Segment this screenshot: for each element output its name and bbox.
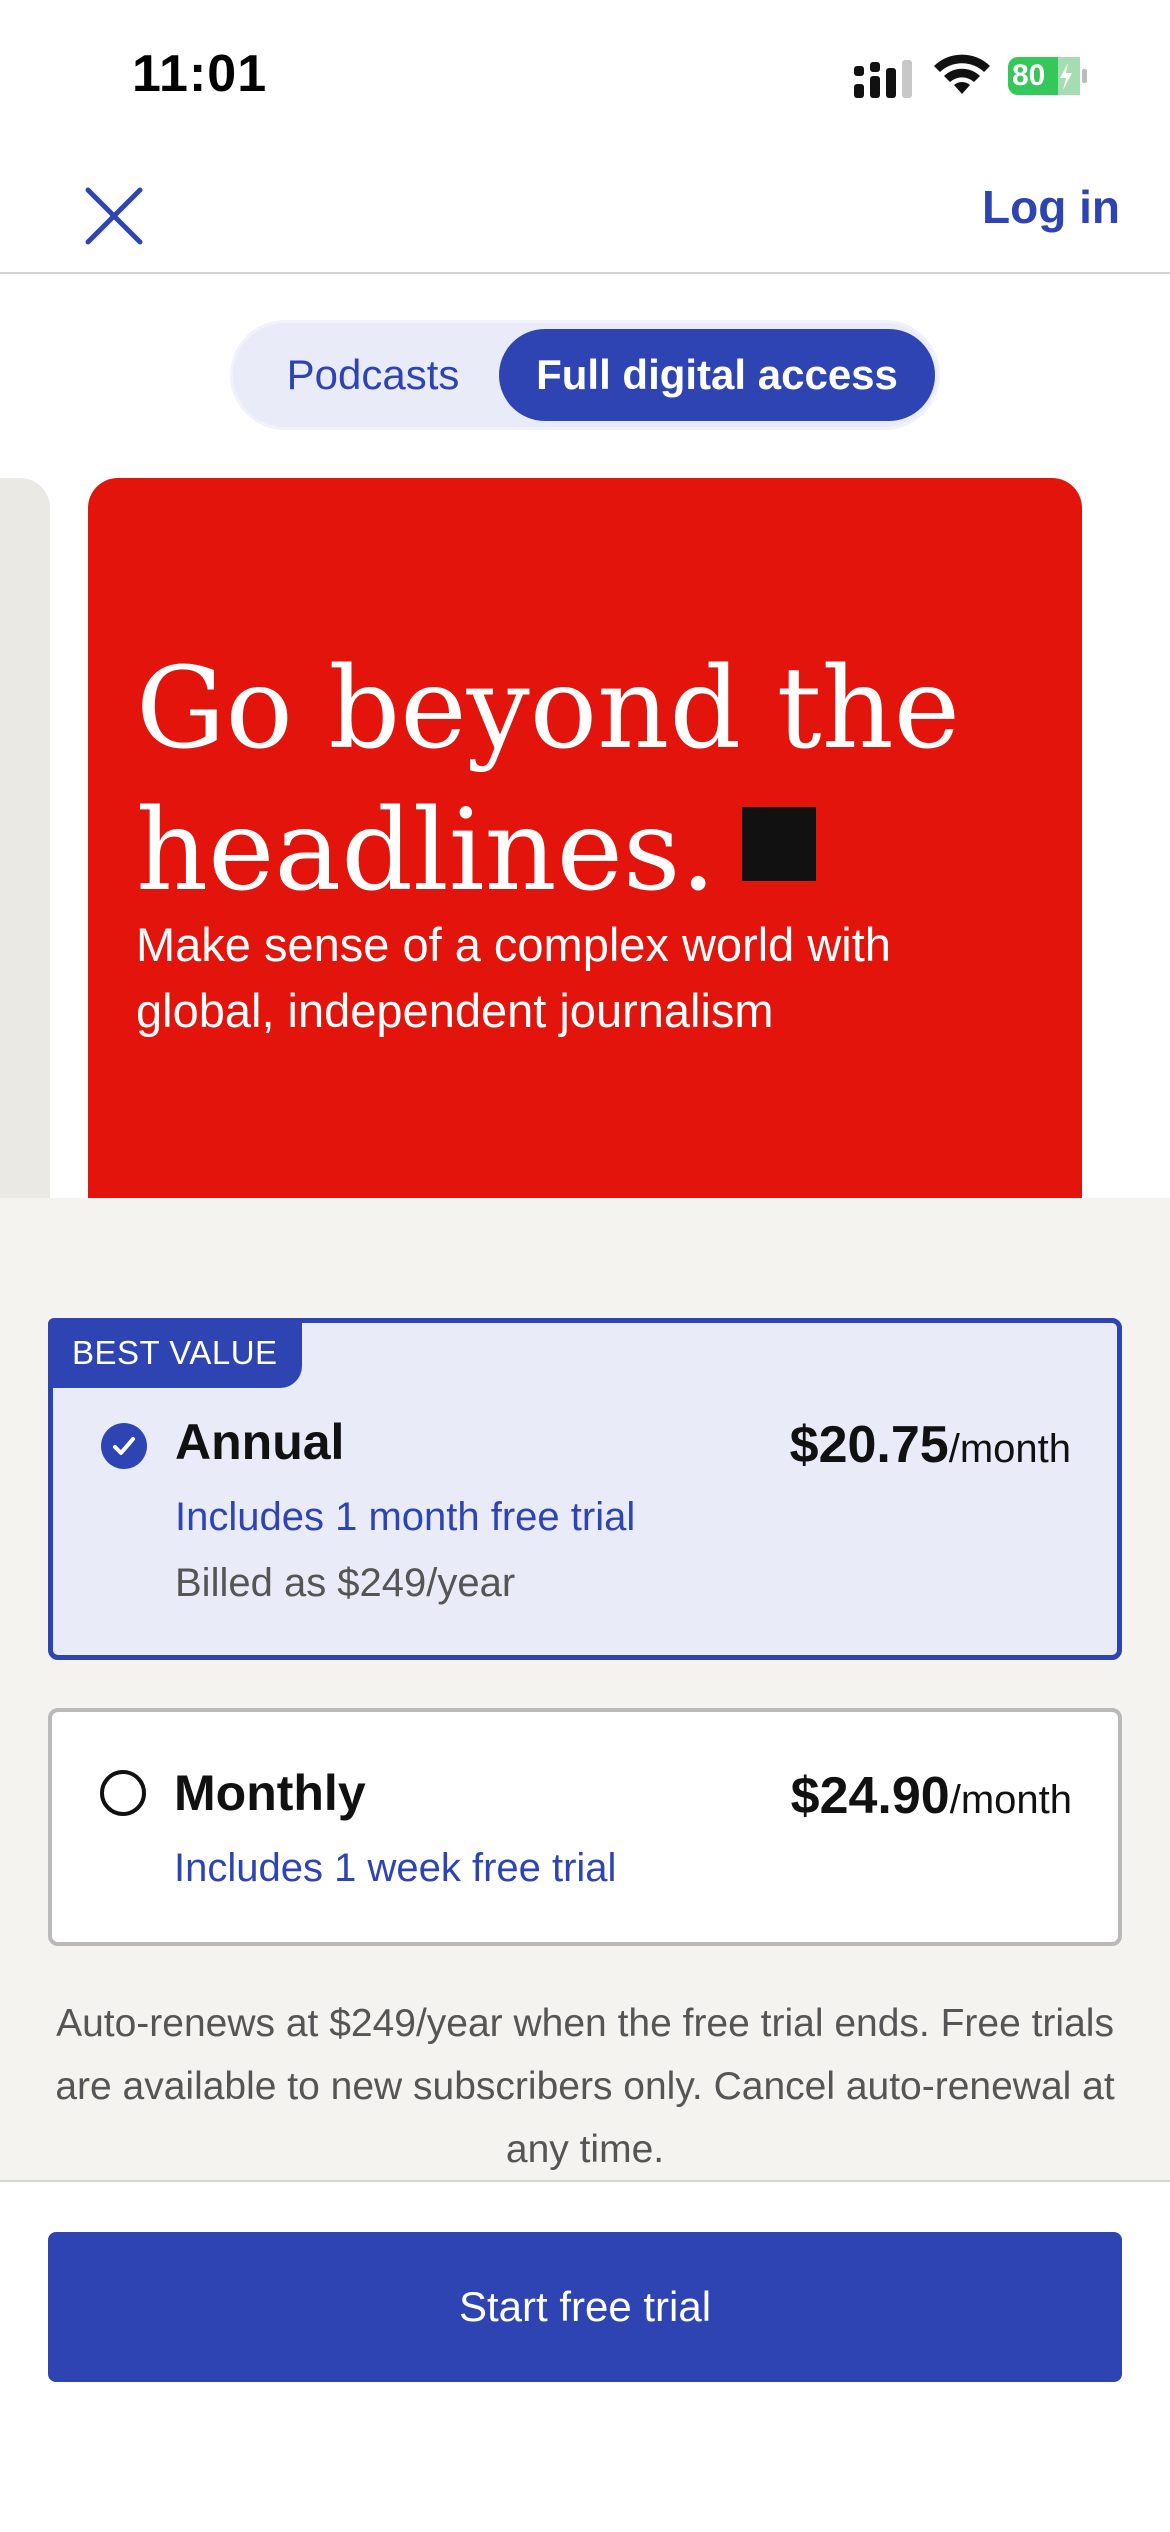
plan-name: Annual bbox=[175, 1414, 345, 1470]
subscription-page: 11:01 80 Log in Podcasts Full digital ac… bbox=[0, 0, 1170, 2532]
plan-option-annual[interactable]: BEST VALUE Annual $20.75/month Includes … bbox=[48, 1318, 1122, 1660]
hero-title: Go beyond the headlines. bbox=[136, 638, 1036, 922]
battery-icon: 80 bbox=[1008, 55, 1088, 97]
status-time: 11:01 bbox=[132, 45, 268, 103]
plans-section: BEST VALUE Annual $20.75/month Includes … bbox=[0, 1198, 1170, 2182]
plan-option-monthly[interactable]: Monthly $24.90/month Includes 1 week fre… bbox=[48, 1708, 1122, 1946]
tab-full-digital-access[interactable]: Full digital access bbox=[499, 329, 935, 421]
close-icon bbox=[85, 187, 143, 245]
carousel-prev-card[interactable] bbox=[0, 478, 50, 1238]
plan-price: $20.75/month bbox=[790, 1415, 1071, 1475]
renewal-disclaimer: Auto-renews at $249/year when the free t… bbox=[55, 2002, 1115, 2171]
price-amount: $20.75 bbox=[789, 1416, 949, 1474]
hero-title-line2: headlines. bbox=[136, 786, 717, 916]
hero-subtitle: Make sense of a complex world with globa… bbox=[136, 918, 891, 1037]
signal-icon bbox=[854, 60, 912, 98]
login-link[interactable]: Log in bbox=[982, 180, 1120, 234]
battery-level: 80 bbox=[1012, 59, 1046, 92]
hero-title-line1: Go beyond the bbox=[136, 644, 961, 774]
status-bar: 11:01 80 bbox=[0, 0, 1170, 150]
wifi-icon bbox=[934, 54, 990, 94]
plan-trial-text: Includes 1 week free trial bbox=[174, 1846, 617, 1890]
close-button[interactable] bbox=[76, 178, 152, 254]
plan-billed-text: Billed as $249/year bbox=[175, 1561, 516, 1605]
hero-card: Go beyond the headlines. Make sense of a… bbox=[88, 478, 1082, 1238]
price-period: /month bbox=[948, 1427, 1071, 1471]
brand-square-icon bbox=[742, 807, 817, 881]
radio-checked-icon[interactable] bbox=[101, 1423, 147, 1469]
start-free-trial-button[interactable]: Start free trial bbox=[48, 2232, 1122, 2382]
price-amount: $24.90 bbox=[790, 1767, 950, 1825]
top-nav: Log in bbox=[0, 150, 1170, 274]
price-period: /month bbox=[949, 1778, 1072, 1822]
footer: Start free trial bbox=[0, 2180, 1170, 2532]
radio-unchecked-icon[interactable] bbox=[100, 1770, 146, 1816]
plan-trial-text: Includes 1 month free trial bbox=[175, 1495, 636, 1539]
best-value-badge: BEST VALUE bbox=[48, 1318, 302, 1388]
plan-price: $24.90/month bbox=[791, 1766, 1072, 1826]
product-toggle: Podcasts Full digital access bbox=[230, 320, 940, 430]
plan-name: Monthly bbox=[174, 1765, 366, 1821]
tab-podcasts[interactable]: Podcasts bbox=[239, 329, 507, 421]
